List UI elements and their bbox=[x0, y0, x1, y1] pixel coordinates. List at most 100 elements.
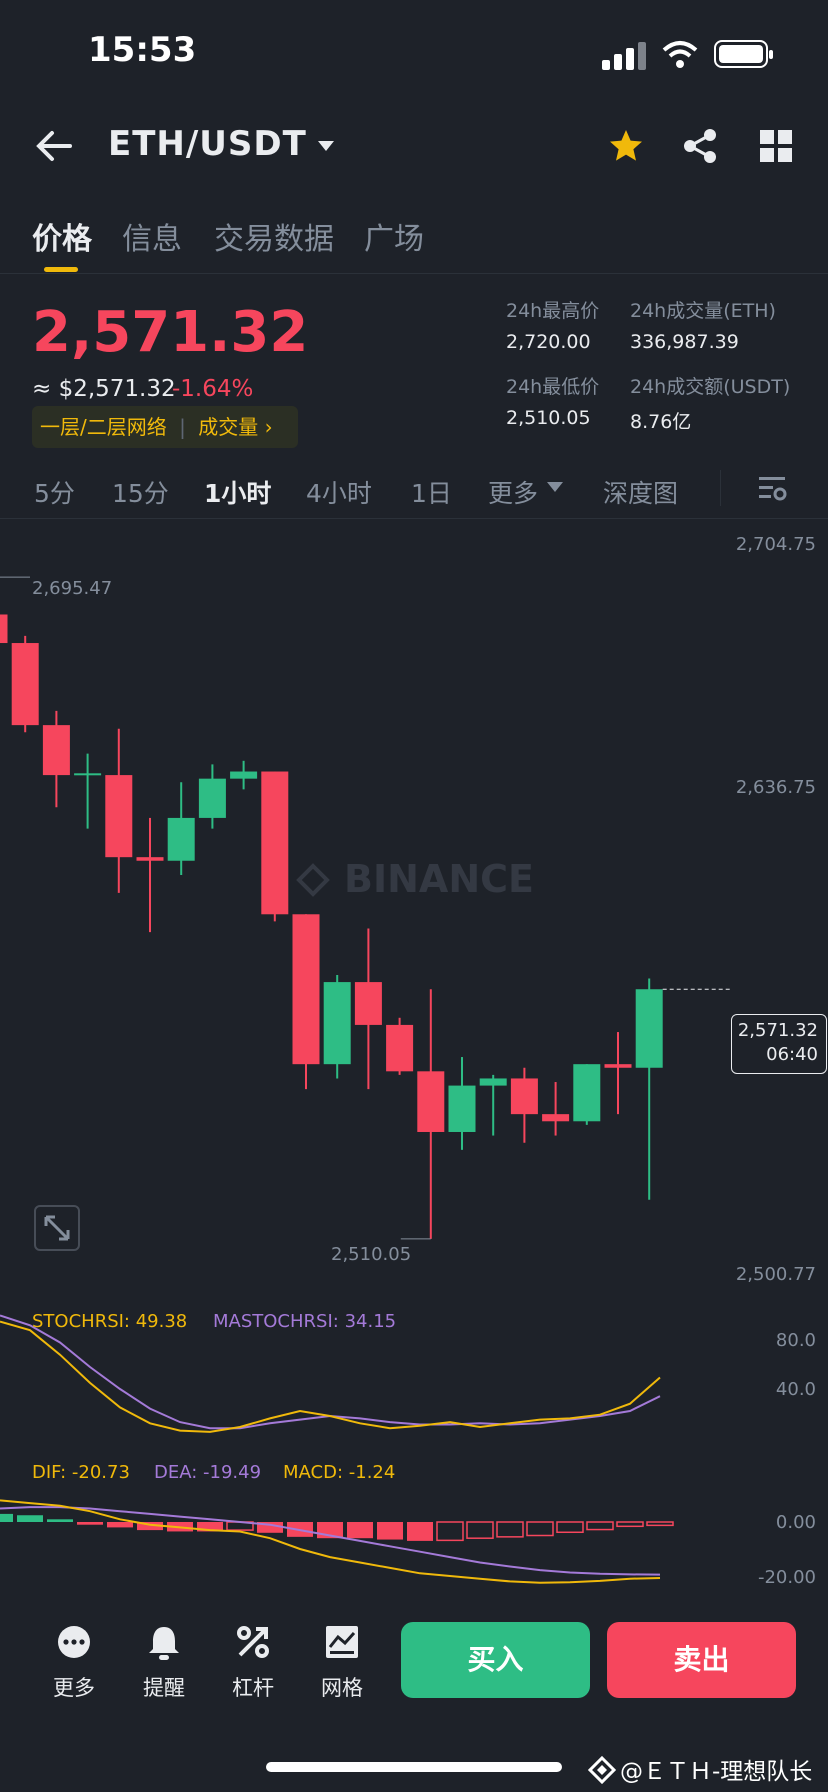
fullscreen-button[interactable] bbox=[34, 1205, 80, 1251]
timeframe-depth[interactable]: 深度图 bbox=[603, 474, 678, 510]
timeframe-1h[interactable]: 1小时 bbox=[204, 474, 271, 510]
candle-body bbox=[417, 1071, 445, 1132]
home-indicator[interactable] bbox=[266, 1762, 562, 1772]
alert-label[interactable]: 提醒 bbox=[134, 1672, 194, 1702]
stat-high-value: 2,720.00 bbox=[506, 331, 591, 353]
candle bbox=[604, 1032, 632, 1115]
grid-label[interactable]: 网格 bbox=[312, 1672, 372, 1702]
stat-volume-value: 336,987.39 bbox=[630, 331, 739, 353]
favorite-star-icon[interactable] bbox=[608, 128, 644, 164]
last-price: 2,571.32 bbox=[32, 300, 309, 365]
dif-line bbox=[0, 1499, 661, 1584]
candle bbox=[167, 782, 195, 876]
macd-histogram-bar bbox=[496, 1521, 524, 1538]
stat-low-label: 24h最低价 bbox=[506, 376, 600, 398]
stochrsi-line bbox=[0, 1320, 661, 1433]
candle bbox=[292, 914, 320, 1090]
last-price-tag: 2,571.32 06:40 bbox=[731, 1014, 827, 1074]
more-label[interactable]: 更多 bbox=[44, 1672, 104, 1702]
timeframe-more[interactable]: 更多 bbox=[488, 474, 538, 510]
stat-amount-value: 8.76亿 bbox=[630, 411, 692, 433]
last-price-tag-value: 2,571.32 bbox=[737, 1020, 818, 1041]
mastochrsi-line bbox=[0, 1314, 661, 1430]
tab-trading-data[interactable]: 交易数据 bbox=[214, 214, 334, 258]
macd-histogram-bar bbox=[17, 1515, 43, 1522]
candle-body bbox=[11, 643, 39, 726]
macd-histogram-bar bbox=[77, 1522, 103, 1525]
tab-square[interactable]: 广场 bbox=[364, 214, 424, 258]
macd-label: MACD: -1.24 bbox=[283, 1462, 396, 1483]
low-marker-label: 2,510.05 bbox=[331, 1244, 412, 1265]
candle bbox=[354, 928, 382, 1090]
tabs-divider bbox=[0, 273, 828, 274]
y-tick-bottom: 2,500.77 bbox=[735, 1264, 816, 1285]
candle-body bbox=[167, 817, 195, 861]
price-change: -1.64% bbox=[172, 376, 254, 402]
candle-body bbox=[386, 1024, 414, 1072]
tab-indicator bbox=[44, 267, 78, 272]
macd-histogram-bar bbox=[556, 1521, 584, 1534]
timeframe-4h[interactable]: 4小时 bbox=[306, 474, 372, 510]
stat-high-label: 24h最高价 bbox=[506, 300, 600, 322]
candle-body bbox=[323, 982, 351, 1065]
pair-dropdown-icon[interactable] bbox=[316, 138, 336, 154]
chart-top-divider bbox=[0, 518, 828, 519]
candle-body bbox=[198, 778, 226, 818]
share-icon[interactable] bbox=[682, 128, 718, 164]
wifi-icon bbox=[662, 41, 698, 68]
candle-body bbox=[510, 1078, 538, 1115]
candle bbox=[198, 764, 226, 829]
candle bbox=[42, 710, 70, 808]
tab-info[interactable]: 信息 bbox=[122, 214, 182, 258]
grid-layout-icon[interactable] bbox=[760, 130, 792, 162]
stoch-tick-40: 40.0 bbox=[775, 1379, 816, 1400]
category-tag[interactable]: 一层/二层网络 | 成交量 › bbox=[32, 406, 298, 448]
candle bbox=[542, 1082, 570, 1136]
tab-price[interactable]: 价格 bbox=[32, 214, 92, 258]
candle-body bbox=[261, 771, 289, 915]
stochrsi-label: STOCHRSI: 49.38 bbox=[32, 1311, 188, 1332]
status-time: 15:53 bbox=[88, 30, 197, 70]
more-dropdown-icon[interactable] bbox=[546, 480, 564, 494]
candle-body bbox=[105, 775, 133, 858]
macd-histogram-bar bbox=[107, 1522, 133, 1528]
macd-tick-0: 0.00 bbox=[775, 1512, 816, 1533]
author-watermark: @ＥＴＨ-理想队长 bbox=[620, 1759, 813, 1785]
timeframe-divider bbox=[720, 470, 721, 506]
candle bbox=[74, 753, 102, 829]
candle-body bbox=[542, 1114, 570, 1122]
dif-label: DIF: -20.73 bbox=[32, 1462, 130, 1483]
grid-trading-icon[interactable] bbox=[325, 1625, 359, 1659]
candle bbox=[448, 1057, 476, 1150]
chart-settings-icon[interactable] bbox=[758, 474, 788, 504]
candle-body bbox=[136, 857, 164, 861]
candle-body bbox=[635, 989, 663, 1068]
candle bbox=[230, 760, 258, 790]
candle bbox=[105, 728, 133, 893]
expand-icon bbox=[44, 1215, 70, 1241]
tag-volume[interactable]: 成交量 › bbox=[198, 415, 272, 439]
binance-watermark: BINANCE bbox=[296, 857, 534, 901]
leverage-icon[interactable] bbox=[236, 1625, 270, 1659]
bell-icon[interactable] bbox=[147, 1625, 181, 1661]
y-tick-mid: 2,636.75 bbox=[735, 777, 816, 798]
macd-histogram-bar bbox=[646, 1521, 674, 1527]
candle bbox=[0, 614, 8, 644]
battery-icon bbox=[714, 40, 773, 68]
buy-button[interactable]: 买入 bbox=[401, 1622, 590, 1698]
stat-low-value: 2,510.05 bbox=[506, 407, 591, 429]
tag-network[interactable]: 一层/二层网络 bbox=[40, 415, 167, 439]
leverage-label[interactable]: 杠杆 bbox=[223, 1672, 283, 1702]
stat-volume-label: 24h成交量(ETH) bbox=[630, 300, 776, 322]
timeframe-5m[interactable]: 5分 bbox=[34, 474, 75, 510]
timeframe-15m[interactable]: 15分 bbox=[112, 474, 169, 510]
candlestick-chart[interactable]: BINANCE bbox=[0, 520, 828, 1600]
candle-body bbox=[74, 773, 102, 776]
more-icon[interactable] bbox=[57, 1625, 91, 1659]
macd-histogram-bar bbox=[407, 1522, 433, 1541]
sell-button[interactable]: 卖出 bbox=[607, 1622, 796, 1698]
timeframe-1d[interactable]: 1日 bbox=[411, 474, 452, 510]
pair-title[interactable]: ETH/USDT bbox=[108, 124, 307, 164]
back-arrow-icon[interactable] bbox=[36, 128, 72, 164]
tag-separator: | bbox=[179, 415, 186, 439]
